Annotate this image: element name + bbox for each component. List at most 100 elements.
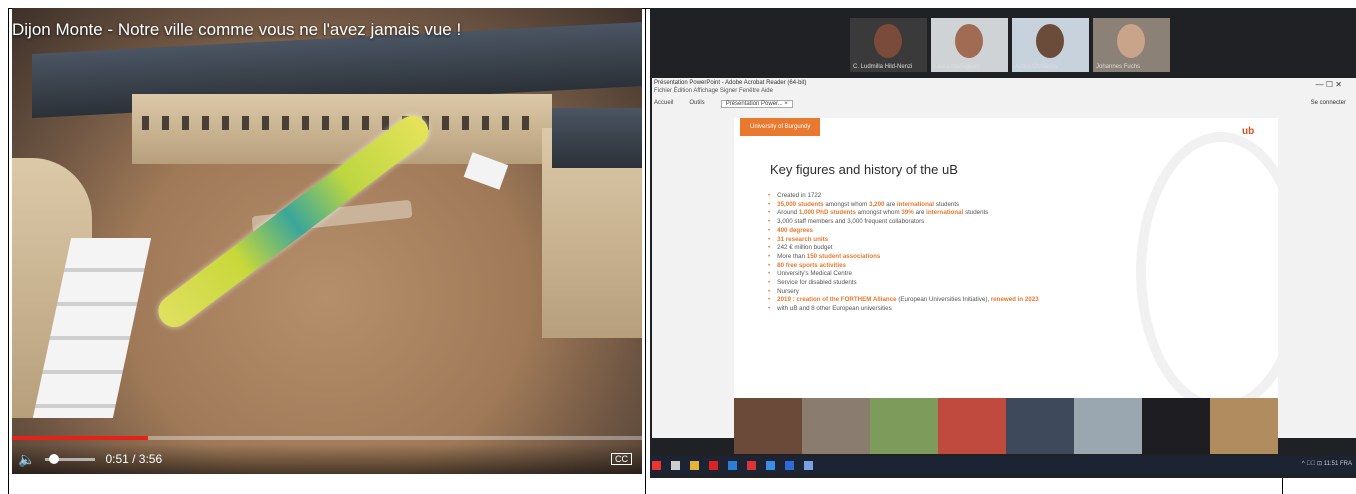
avatar <box>1117 24 1145 58</box>
avatar <box>955 24 983 58</box>
video-title[interactable]: Dijon Monte - Notre ville comme vous ne … <box>12 20 461 40</box>
system-tray: ^ ◂ﾞ ⊡ 11:51 FRA <box>1301 461 1352 467</box>
slide-title: Key figures and history of the uB <box>770 162 958 177</box>
bullet-text: (European Universities Initiative), <box>896 296 991 304</box>
participant-strip: C. Ludmilla Hild-Nenzi Laura Marsiglioni… <box>850 18 1170 72</box>
search-icon[interactable] <box>671 460 680 470</box>
participant-tile[interactable]: Anton Osmanov <box>1012 18 1089 72</box>
video-player[interactable]: Dijon Monte - Notre ville comme vous ne … <box>12 8 642 474</box>
connect-button[interactable]: Se connecter <box>1311 100 1346 106</box>
bullet-text: students <box>963 209 989 217</box>
bullet-item: Around 1,000 PhD students amongst whom 3… <box>768 209 1039 218</box>
photo-lab <box>1006 398 1074 454</box>
photo-strip <box>734 398 1278 454</box>
edge-icon[interactable] <box>785 460 794 470</box>
reader-window: Présentation PowerPoint - Adobe Acrobat … <box>652 78 1356 454</box>
bullet-list: Created in 172235,000 students amongst w… <box>768 192 1039 314</box>
bullet-text: 35,000 students <box>777 200 824 208</box>
bullet-text: Nursery <box>777 287 799 295</box>
bullet-text: 80 free sports activities <box>777 261 846 269</box>
bullet-text: Around <box>777 209 799 217</box>
bullet-text: 242 € million budget <box>777 244 833 252</box>
avatar <box>874 24 902 58</box>
bullet-item: Created in 1722 <box>768 192 1039 201</box>
volume-icon[interactable]: 🔈 <box>18 451 35 468</box>
slide-banner: University of Burgundy <box>740 118 821 136</box>
participant-tile[interactable]: Johannes Fuchs <box>1093 18 1170 72</box>
avatar <box>1036 24 1064 58</box>
bullet-item: 400 degrees <box>768 227 1039 236</box>
record-icon[interactable] <box>652 460 661 470</box>
right-roof <box>552 108 642 168</box>
progress-bar[interactable] <box>12 436 642 440</box>
conference-screen: C. Ludmilla Hild-Nenzi Laura Marsiglioni… <box>650 8 1356 478</box>
tab-tools[interactable]: Outils <box>689 100 704 108</box>
facade-windows <box>142 116 542 130</box>
bullet-text: with uB and 8 other European universitie… <box>777 305 892 313</box>
bullet-item: Service for disabled students <box>768 279 1039 288</box>
bullet-text: 3,200 <box>869 200 885 208</box>
bullet-text: 1,000 PhD students <box>798 209 856 217</box>
window-controls[interactable]: — ☐ ✕ <box>1316 80 1342 89</box>
bullet-text: 31 research units <box>777 235 829 243</box>
photo-students <box>734 398 802 454</box>
bullet-item: 80 free sports activities <box>768 262 1039 271</box>
participant-name: Laura Marsiglioni <box>934 64 980 70</box>
app-icon[interactable] <box>804 460 813 470</box>
bullet-item: 31 research units <box>768 236 1039 245</box>
participant-name: Anton Osmanov <box>1015 64 1059 70</box>
tab-document[interactable]: Présentation Power... × <box>720 100 793 108</box>
bullet-text: 3,000 staff members and 3,000 frequent c… <box>777 218 925 226</box>
bullet-item: with uB and 8 other European universitie… <box>768 305 1039 314</box>
bullet-item: 3,000 staff members and 3,000 frequent c… <box>768 218 1039 227</box>
photo-stage <box>1142 398 1210 454</box>
windows-store-icon[interactable] <box>728 460 737 470</box>
bullet-text: international <box>896 200 935 208</box>
bullet-text: 2019 : creation of the FORTHEM Alliance <box>777 296 897 304</box>
menu-bar[interactable]: Fichier Édition Affichage Signer Fenêtre… <box>654 88 773 94</box>
bullet-text: 400 degrees <box>777 226 813 234</box>
bullet-text: 150 student associations <box>806 252 881 260</box>
player-controls: 🔈 0:51 / 3:56 CC <box>12 444 642 474</box>
reader-tabs: Accueil Outils Présentation Power... × <box>654 100 793 108</box>
bullet-item: University's Medical Centre <box>768 270 1039 279</box>
photo-lawn <box>870 398 938 454</box>
photo-library <box>1074 398 1142 454</box>
participant-tile[interactable]: Laura Marsiglioni <box>931 18 1008 72</box>
bullet-text: international <box>926 209 964 217</box>
folder-icon[interactable] <box>690 460 699 470</box>
bullet-text: University's Medical Centre <box>777 270 852 278</box>
bullet-item: 242 € million budget <box>768 244 1039 253</box>
chrome-icon[interactable] <box>747 460 756 470</box>
volume-knob[interactable] <box>49 453 60 464</box>
participant-tile[interactable]: C. Ludmilla Hild-Nenzi <box>850 18 927 72</box>
bullet-item: 2019 : creation of the FORTHEM Alliance … <box>768 296 1039 305</box>
photo-tram <box>938 398 1006 454</box>
bullet-text: amongst whom <box>855 209 902 217</box>
ub-logo-icon: ub <box>1242 126 1255 137</box>
bullet-text: amongst whom <box>823 200 870 208</box>
captions-icon[interactable]: CC <box>611 453 632 465</box>
bullet-text: Service for disabled students <box>777 279 857 287</box>
bullet-item: More than 150 student associations <box>768 253 1039 262</box>
bullet-text: renewed in 2023 <box>990 296 1039 304</box>
bullet-text: are <box>913 209 927 217</box>
tab-home[interactable]: Accueil <box>654 100 673 108</box>
progress-fill <box>12 436 149 440</box>
bullet-text: Created in 1722 <box>777 192 822 199</box>
opera-icon[interactable] <box>709 460 718 470</box>
university-seal <box>1136 132 1278 398</box>
participant-name: C. Ludmilla Hild-Nenzi <box>853 64 913 70</box>
bullet-text: More than <box>777 252 807 260</box>
bullet-text: are <box>884 200 897 208</box>
photo-crowd <box>1210 398 1278 454</box>
volume-slider[interactable] <box>45 453 96 464</box>
bullet-text: 39% <box>901 209 914 217</box>
presentation-slide: University of Burgundy ub Key figures an… <box>734 118 1278 398</box>
photo-campus <box>802 398 870 454</box>
bullet-text: students <box>934 200 960 208</box>
bullet-item: Nursery <box>768 288 1039 297</box>
bullet-item: 35,000 students amongst whom 3,200 are i… <box>768 201 1039 210</box>
taskbar: ^ ◂ﾞ ⊡ 11:51 FRA <box>650 456 1356 474</box>
teams-icon[interactable] <box>766 460 775 470</box>
